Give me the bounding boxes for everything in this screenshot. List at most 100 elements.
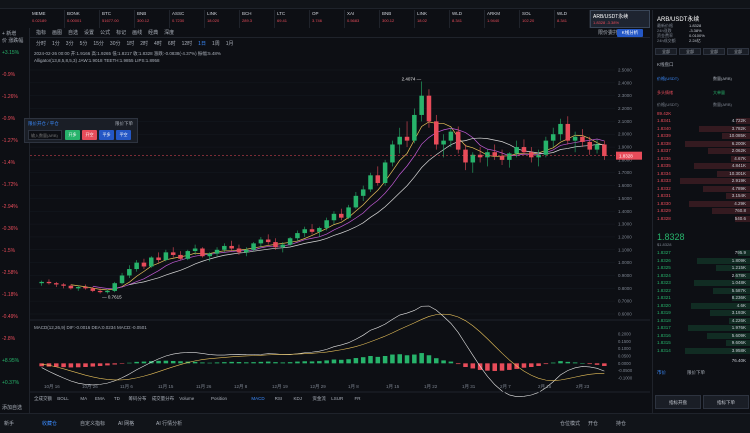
candle-body[interactable] [309, 229, 315, 232]
candle-body[interactable] [580, 136, 585, 142]
candle-body[interactable] [550, 134, 556, 141]
order-type-select[interactable]: 限价委托 [598, 29, 618, 36]
candle-body[interactable] [339, 213, 344, 218]
ticker-item[interactable]: OP 3.746 [310, 10, 345, 28]
interval-1日[interactable]: 1日 [198, 40, 206, 47]
candle-body[interactable] [419, 95, 424, 115]
bid-price[interactable]: 1.8327 [657, 250, 671, 255]
ask-price[interactable]: 1.8328 [657, 216, 671, 221]
interval-30分[interactable]: 30分 [110, 40, 121, 47]
bid-price[interactable]: 1.8326 [657, 258, 671, 263]
toolbar-item[interactable]: 画线 [132, 29, 142, 36]
candle-body[interactable] [200, 248, 205, 257]
bottom-tab[interactable]: 自定义指标 [80, 420, 105, 427]
bid-price[interactable]: 1.8323 [657, 280, 671, 285]
candle-body[interactable] [97, 290, 103, 293]
candle-body[interactable] [448, 131, 454, 141]
candle-body[interactable] [587, 141, 592, 150]
ask-price[interactable]: 1.8334 [657, 171, 671, 176]
bid-price[interactable]: 1.8318 [657, 318, 671, 323]
interval-1时[interactable]: 1时 [126, 40, 134, 47]
candle-body[interactable] [455, 131, 461, 150]
right-action-button[interactable]: 指标下单 [703, 395, 749, 409]
candle-body[interactable] [397, 136, 402, 145]
ticker-item[interactable]: WLD 8.341 [450, 10, 485, 28]
bottom-right-item[interactable]: 持仓 [616, 420, 626, 427]
bid-price[interactable]: 1.8324 [657, 273, 671, 278]
toolbar-item[interactable]: 经典 [148, 29, 158, 36]
interval-2时[interactable]: 2时 [140, 40, 148, 47]
candle-body[interactable] [83, 287, 88, 289]
candle-body[interactable] [229, 245, 234, 249]
toolbar-item[interactable]: 深度 [164, 29, 174, 36]
indicator-6[interactable]: 成交量分布 [152, 395, 175, 402]
toolbar-item[interactable]: 自选 [68, 29, 78, 36]
indicator-10[interactable]: RSI [275, 396, 283, 401]
bottom-right-item[interactable]: 仓位模式 [560, 420, 580, 427]
ticker-item[interactable]: MEME 0.02189 [30, 10, 65, 28]
candle-body[interactable] [280, 244, 286, 248]
candle-body[interactable] [426, 95, 432, 122]
interval-5分[interactable]: 5分 [80, 40, 88, 47]
interval-6时[interactable]: 6时 [168, 40, 176, 47]
ask-price[interactable]: 1.8330 [657, 201, 671, 206]
ticker-item[interactable]: XAI 0.5683 [345, 10, 380, 28]
interval-1分[interactable]: 1分 [52, 40, 60, 47]
indicator-9[interactable]: MACD [251, 396, 265, 401]
ticker-item[interactable]: BNB 300.12 [135, 10, 170, 28]
candle-body[interactable] [317, 227, 322, 232]
bid-price[interactable]: 1.8321 [657, 295, 671, 300]
active-symbol-tab[interactable]: ARB/USDT永续 1.8328 -3.38% [590, 10, 650, 28]
candle-body[interactable] [163, 252, 169, 261]
candle-body[interactable] [105, 290, 110, 293]
candle-body[interactable] [514, 147, 519, 154]
ask-price[interactable]: 1.8333 [657, 178, 671, 183]
ask-price[interactable]: 1.8341 [657, 118, 671, 123]
right-bottom-tab[interactable]: 限价下单 [687, 370, 705, 376]
ask-price[interactable]: 1.8339 [657, 133, 671, 138]
ask-price[interactable]: 1.8329 [657, 208, 671, 213]
indicator-4[interactable]: TD [114, 396, 121, 401]
add-watch-button[interactable]: + 新增 [2, 30, 16, 37]
interval-4时[interactable]: 4时 [154, 40, 162, 47]
candle-body[interactable] [521, 147, 527, 153]
bottom-right-item[interactable]: 开仓 [588, 420, 598, 427]
ask-price[interactable]: 1.8331 [657, 193, 671, 198]
right-filter-button[interactable]: 全部 [727, 48, 749, 55]
indicator-1[interactable]: BOLL [57, 396, 69, 401]
indicator-0[interactable]: 全成交额 [34, 395, 52, 402]
candle-body[interactable] [287, 238, 293, 245]
right-filter-button[interactable]: 全部 [679, 48, 701, 55]
candle-body[interactable] [477, 154, 483, 158]
candle-body[interactable] [141, 262, 147, 267]
candle-body[interactable] [185, 251, 191, 259]
interval-1月[interactable]: 1月 [226, 40, 234, 47]
candle-body[interactable] [46, 281, 52, 284]
right-filter-button[interactable]: 全部 [655, 48, 677, 55]
candle-body[interactable] [543, 140, 549, 155]
candle-body[interactable] [404, 136, 410, 141]
toolbar-item[interactable]: 指标 [36, 29, 46, 36]
ask-price[interactable]: 1.8335 [657, 163, 671, 168]
candle-body[interactable] [382, 162, 388, 184]
candle-body[interactable] [302, 229, 307, 234]
candle-body[interactable] [251, 243, 256, 250]
indicator-14[interactable]: FR [355, 396, 362, 401]
candle-body[interactable] [295, 233, 300, 239]
ticker-item[interactable]: BCH 289.3 [240, 10, 275, 28]
candle-body[interactable] [236, 248, 242, 253]
candle-body[interactable] [54, 283, 59, 285]
add-favorite-link[interactable]: 添加自选 [2, 404, 22, 411]
quantity-input[interactable] [28, 130, 62, 140]
candle-body[interactable] [368, 175, 373, 190]
candle-body[interactable] [156, 257, 161, 261]
kline-analysis-button[interactable]: K线分析 [617, 29, 643, 37]
candle-body[interactable] [441, 140, 446, 145]
candle-body[interactable] [463, 149, 468, 163]
indicator-12[interactable]: 资金流 [312, 395, 326, 402]
indicator-13[interactable]: LSUR [331, 396, 344, 401]
bid-price[interactable]: 1.8319 [657, 310, 671, 315]
ticker-item[interactable]: LINK 18.02 [415, 10, 450, 28]
candle-body[interactable] [507, 153, 512, 160]
bottom-tab[interactable]: AI 网格 [118, 420, 134, 427]
